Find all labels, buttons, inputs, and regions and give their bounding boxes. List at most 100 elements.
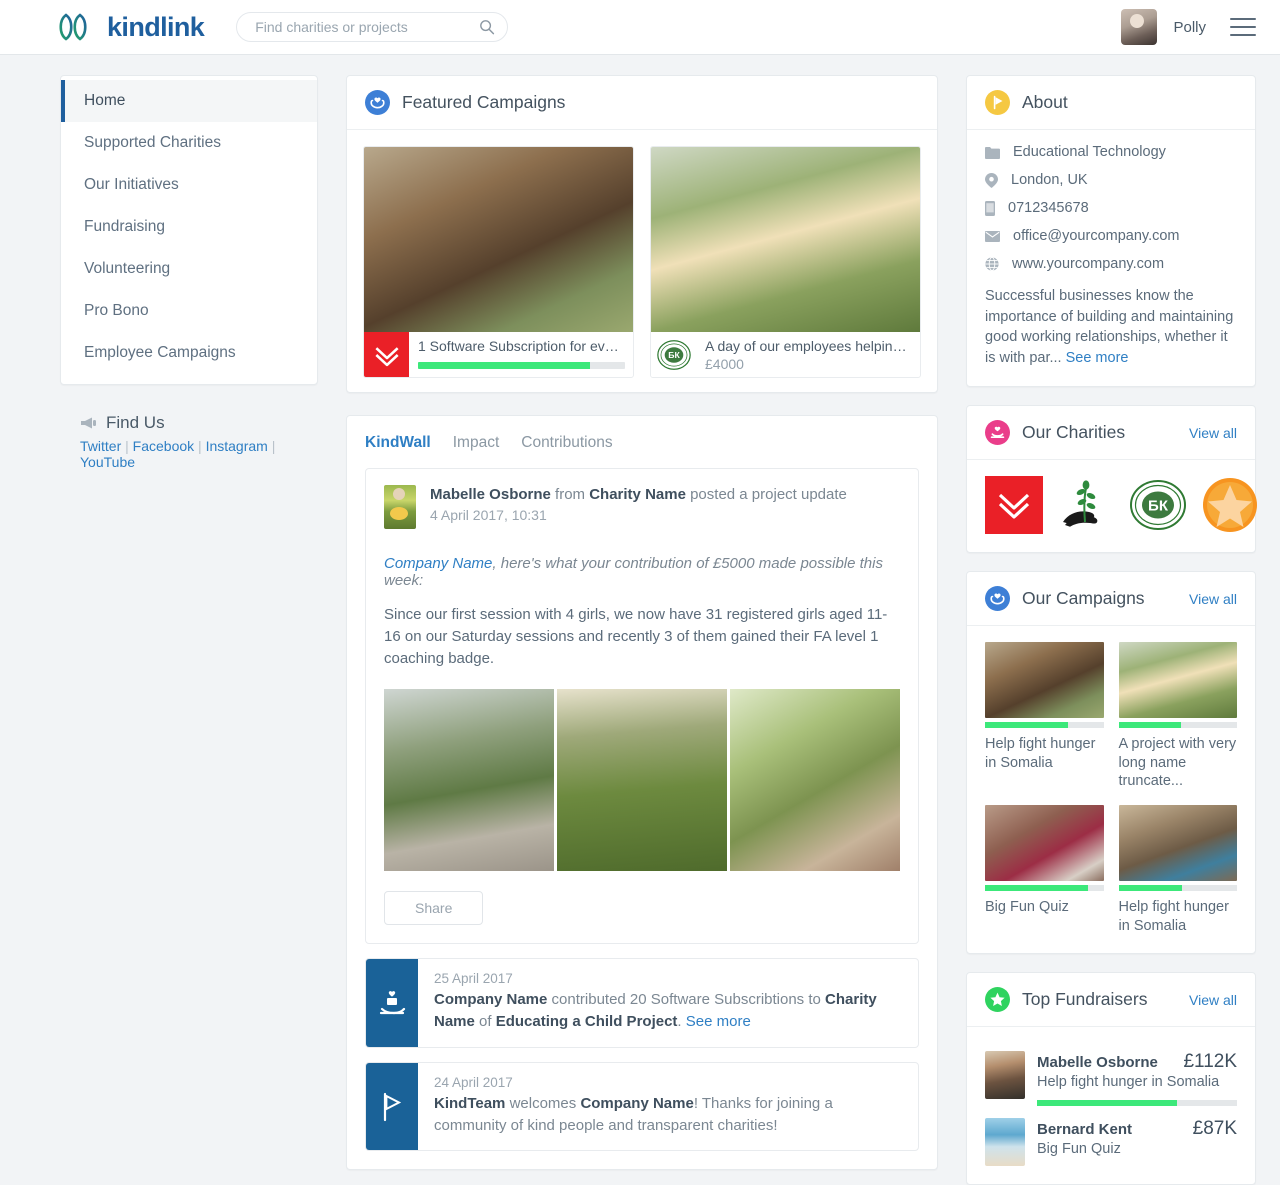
avatar[interactable] xyxy=(1121,9,1158,45)
fundraiser-progress xyxy=(1037,1100,1237,1107)
campaign-tile-title[interactable]: Big Fun Quiz xyxy=(985,898,1104,917)
campaign-tile-image[interactable] xyxy=(1118,804,1237,881)
social-link-facebook[interactable]: Facebook xyxy=(133,438,194,454)
fundraiser-name[interactable]: Mabelle Osborne xyxy=(1037,1054,1158,1071)
social-link-twitter[interactable]: Twitter xyxy=(80,438,121,454)
about-description-wrap: Successful businesses know the importanc… xyxy=(985,286,1237,368)
left-column: Home Supported Charities Our Initiatives Fu… xyxy=(60,75,318,470)
sidebar-item-fundraising[interactable]: Fundraising xyxy=(61,206,317,248)
social-link-youtube[interactable]: YouTube xyxy=(80,454,135,470)
header-user-area: Polly xyxy=(1121,9,1256,45)
fundraiser-campaign[interactable]: Big Fun Quiz xyxy=(1037,1141,1237,1157)
featured-campaign-title[interactable]: 1 Software Subscription for every... xyxy=(418,338,625,354)
feed-item[interactable]: 25 April 2017 Company Name contributed 20… xyxy=(365,958,919,1048)
sidebar-item-pro-bono[interactable]: Pro Bono xyxy=(61,290,317,332)
featured-campaign-image[interactable] xyxy=(364,147,633,332)
featured-campaign-amount: £4000 xyxy=(705,356,744,372)
post-photo[interactable] xyxy=(557,689,727,872)
post-lede-company[interactable]: Company Name xyxy=(384,555,492,572)
featured-campaigns-title: Featured Campaigns xyxy=(402,92,566,112)
campaign-tile[interactable]: Help fight hunger in Somalia xyxy=(985,642,1104,791)
post-from-word: from xyxy=(555,486,586,503)
featured-campaigns-header: Featured Campaigns xyxy=(347,76,937,130)
about-see-more-link[interactable]: See more xyxy=(1066,350,1129,366)
charity-logo-kindlink-red[interactable] xyxy=(985,476,1043,535)
feed-item-date: 25 April 2017 xyxy=(434,971,513,987)
sidebar-item-volunteering[interactable]: Volunteering xyxy=(61,248,317,290)
our-campaigns-view-all[interactable]: View all xyxy=(1189,591,1237,607)
charity-logo-bk-badge[interactable]: БК xyxy=(1129,476,1187,534)
sidebar-item-our-initiatives[interactable]: Our Initiatives xyxy=(61,164,317,206)
sidebar-item-supported-charities[interactable]: Supported Charities xyxy=(61,122,317,164)
featured-campaign-card[interactable]: БК A day of our employees helping th... £4… xyxy=(650,146,921,378)
feed-item-body: 25 April 2017 Company Name contributed 20… xyxy=(418,959,918,1047)
wall-tabs: KindWall Impact Contributions xyxy=(365,430,919,468)
fundraiser-row[interactable]: Mabelle Osborne £112K Help fight hunger in… xyxy=(985,1039,1237,1107)
fundraiser-campaign[interactable]: Help fight hunger in Somalia xyxy=(1037,1074,1237,1090)
post-photo[interactable] xyxy=(384,689,554,872)
campaign-tile-title[interactable]: Help fight hunger in Somalia xyxy=(985,735,1104,772)
social-link-instagram[interactable]: Instagram xyxy=(206,438,268,454)
charity-logo-hand-plant[interactable] xyxy=(1057,476,1115,534)
campaign-tile[interactable]: Big Fun Quiz xyxy=(985,804,1104,935)
campaign-tile-progress xyxy=(985,884,1104,891)
about-location: London, UK xyxy=(1011,172,1088,188)
brand-name: kindlink xyxy=(107,11,205,42)
user-name[interactable]: Polly xyxy=(1173,19,1206,36)
campaign-tile-image[interactable] xyxy=(1118,642,1237,719)
top-fundraisers-view-all[interactable]: View all xyxy=(1189,992,1237,1008)
campaign-tile[interactable]: A project with very long name truncate..… xyxy=(1118,642,1238,791)
fundraiser-name[interactable]: Bernard Kent xyxy=(1037,1121,1132,1138)
about-industry-row: Educational Technology xyxy=(985,144,1237,160)
post-author-avatar[interactable] xyxy=(384,485,416,529)
featured-campaign-card[interactable]: 1 Software Subscription for every... xyxy=(363,146,634,378)
svg-text:БК: БК xyxy=(668,350,680,360)
campaign-tile-progress xyxy=(1118,884,1237,891)
top-fundraisers-header: Top Fundraisers View all xyxy=(967,973,1255,1028)
campaign-tile[interactable]: Help fight hunger in Somalia xyxy=(1118,804,1238,935)
folder-icon xyxy=(985,146,1000,159)
tab-impact[interactable]: Impact xyxy=(453,434,500,452)
about-website-row: www.yourcompany.com xyxy=(985,256,1237,272)
feed-item[interactable]: 24 April 2017 KindTeam welcomes Company N… xyxy=(365,1061,919,1152)
post-author-name[interactable]: Mabelle Osborne xyxy=(430,486,551,503)
search-input[interactable] xyxy=(253,18,480,36)
social-separator: | xyxy=(121,438,133,454)
post-lede: Company Name, here's what your contribut… xyxy=(384,555,900,589)
post-photos xyxy=(384,689,900,872)
fundraiser-avatar xyxy=(985,1118,1025,1167)
brand-logo[interactable]: kindlink xyxy=(56,11,205,43)
charity-logo-orange-starfish[interactable] xyxy=(1201,476,1259,534)
search-icon[interactable] xyxy=(479,19,495,35)
charity-heart-hand-icon xyxy=(985,420,1010,446)
search-box[interactable] xyxy=(236,12,509,42)
fundraiser-row[interactable]: Bernard Kent £87K Big Fun Quiz xyxy=(985,1106,1237,1167)
our-charities-logos: БК xyxy=(967,460,1257,552)
tab-contributions[interactable]: Contributions xyxy=(521,434,612,452)
share-button[interactable]: Share xyxy=(384,891,484,926)
featured-campaign-image[interactable] xyxy=(651,147,920,332)
our-charities-view-all[interactable]: View all xyxy=(1189,425,1237,441)
sidebar-item-home[interactable]: Home xyxy=(61,80,317,122)
about-website[interactable]: www.yourcompany.com xyxy=(1012,256,1164,272)
post-photo[interactable] xyxy=(730,689,900,872)
post-body: Since our first session with 4 girls, we… xyxy=(384,606,888,667)
tab-kindwall[interactable]: KindWall xyxy=(365,434,431,452)
featured-campaigns-card: Featured Campaigns 1 Software Subscripti… xyxy=(346,75,938,393)
campaign-tile-image[interactable] xyxy=(985,642,1104,719)
featured-campaign-title[interactable]: A day of our employees helping th... xyxy=(705,338,912,354)
sidebar-nav: Home Supported Charities Our Initiatives Fu… xyxy=(60,75,318,385)
post-charity-name[interactable]: Charity Name xyxy=(589,486,686,503)
feed-see-more-link[interactable]: See more xyxy=(686,1013,751,1030)
sidebar-item-employee-campaigns[interactable]: Employee Campaigns xyxy=(61,332,317,374)
top-fundraisers-card: Top Fundraisers View all Mabelle Osborne… xyxy=(966,972,1256,1185)
campaign-tile-title[interactable]: Help fight hunger in Somalia xyxy=(1119,898,1238,935)
menu-icon[interactable] xyxy=(1230,18,1256,36)
campaign-tile-image[interactable] xyxy=(985,804,1104,881)
fundraiser-details: Mabelle Osborne £112K Help fight hunger in… xyxy=(1037,1051,1237,1107)
our-charities-header: Our Charities View all xyxy=(967,406,1255,461)
feed-plain: welcomes xyxy=(505,1094,581,1112)
about-email[interactable]: office@yourcompany.com xyxy=(1013,228,1180,244)
campaign-tile-title[interactable]: A project with very long name truncate..… xyxy=(1119,735,1238,791)
our-charities-title: Our Charities xyxy=(1022,422,1126,443)
